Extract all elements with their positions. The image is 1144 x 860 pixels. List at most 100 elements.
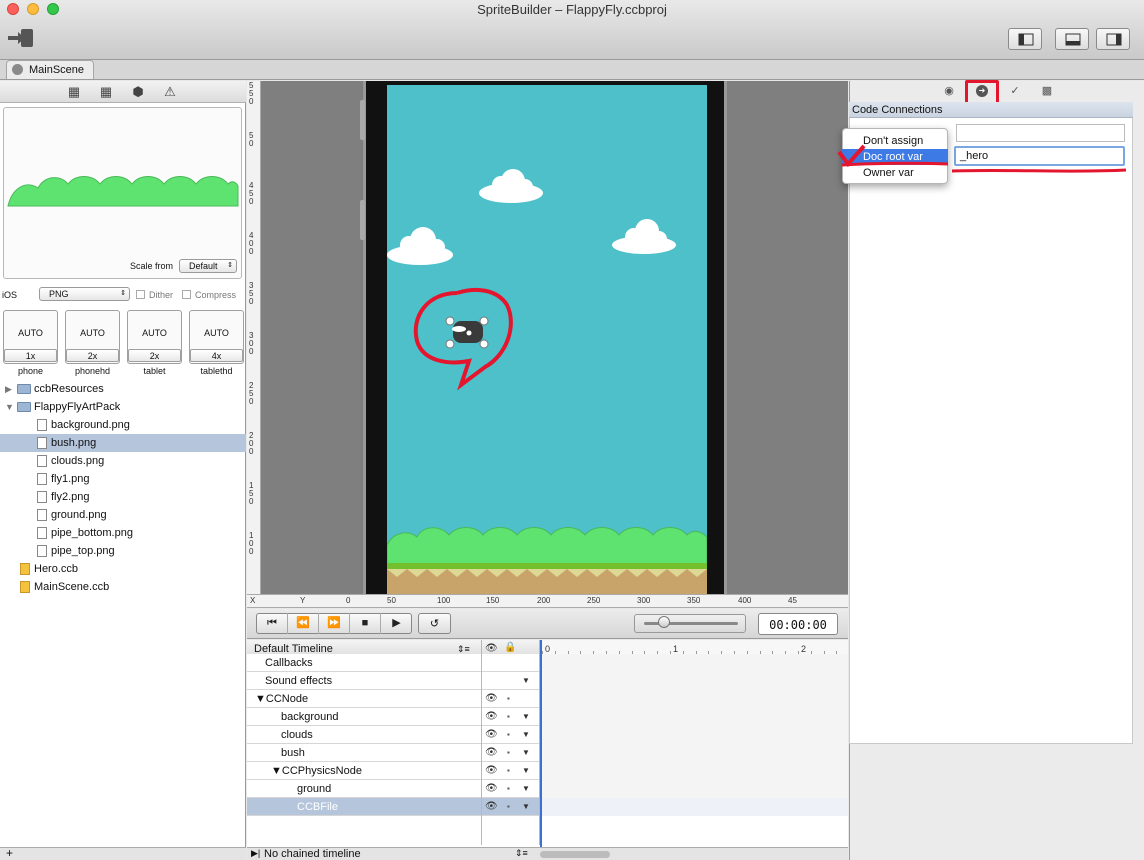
tree-item[interactable]: fly1.png bbox=[0, 470, 246, 488]
scale-from-select[interactable]: Default ⇕ bbox=[179, 259, 237, 273]
step-forward-button[interactable]: ⏩ bbox=[319, 613, 350, 634]
tree-item[interactable]: MainScene.ccb bbox=[0, 578, 246, 596]
ruler-label: 4 0 0 bbox=[249, 231, 254, 256]
file-view-icon[interactable]: ▦ bbox=[65, 84, 83, 100]
add-keyframe-icon[interactable]: ▼ bbox=[522, 676, 530, 685]
add-keyframe-icon[interactable]: ▼ bbox=[522, 784, 530, 793]
disclosure-collapsed-icon[interactable]: ▶ bbox=[5, 380, 15, 398]
visibility-icon[interactable]: 👁 bbox=[485, 747, 498, 758]
toggle-left-panel-button[interactable] bbox=[1008, 28, 1042, 50]
ruler-label: 3 0 0 bbox=[249, 331, 254, 356]
timeline-row[interactable]: clouds 👁 ▪ ▼ bbox=[247, 726, 848, 744]
timeline-row[interactable]: ground 👁 ▪ ▼ bbox=[247, 780, 848, 798]
item-properties-icon[interactable]: ◉ bbox=[940, 84, 958, 98]
physics-icon[interactable]: ✓ bbox=[1006, 84, 1024, 98]
close-tab-icon[interactable] bbox=[12, 64, 23, 75]
jump-start-button[interactable]: ⏮ bbox=[257, 613, 288, 634]
tree-item[interactable]: clouds.png bbox=[0, 452, 246, 470]
play-button[interactable]: ▶ bbox=[381, 613, 412, 634]
components-icon[interactable]: ⬢ bbox=[129, 84, 147, 100]
compress-checkbox[interactable] bbox=[182, 290, 191, 299]
timeline-row[interactable]: Sound effects ▼ bbox=[247, 672, 848, 690]
timeline-row[interactable]: background 👁 ▪ ▼ bbox=[247, 708, 848, 726]
tree-item[interactable]: pipe_top.png bbox=[0, 542, 246, 560]
resolution-scale-select[interactable]: 2x bbox=[128, 349, 181, 362]
lock-toggle-icon[interactable]: ▪ bbox=[507, 712, 510, 721]
annotation-underline bbox=[951, 168, 1127, 173]
loop-button[interactable]: ↺ bbox=[418, 613, 451, 634]
resolution-scale-select[interactable]: 4x bbox=[190, 349, 243, 362]
timeline-row[interactable]: CCBFile 👁 ▪ ▼ bbox=[247, 798, 848, 816]
timeline-row[interactable]: ▼CCNode 👁 ▪ bbox=[247, 690, 848, 708]
custom-class-field[interactable] bbox=[956, 124, 1125, 142]
templates-icon[interactable]: ▩ bbox=[1038, 84, 1056, 98]
lock-toggle-icon[interactable]: ▪ bbox=[507, 802, 510, 811]
keyframe-track[interactable] bbox=[542, 762, 848, 780]
timeline-row[interactable]: Callbacks bbox=[247, 654, 848, 672]
add-keyframe-icon[interactable]: ▼ bbox=[522, 712, 530, 721]
chained-timeline-select[interactable]: No chained timeline bbox=[264, 848, 361, 860]
playhead[interactable] bbox=[540, 640, 542, 848]
keyframe-track[interactable] bbox=[542, 798, 848, 816]
keyframe-track[interactable] bbox=[542, 654, 848, 672]
toggle-bottom-panel-button[interactable] bbox=[1055, 28, 1089, 50]
tree-item[interactable]: ▼ FlappyFlyArtPack bbox=[0, 398, 246, 416]
tree-item[interactable]: pipe_bottom.png bbox=[0, 524, 246, 542]
tree-item[interactable]: ▶ ccbResources bbox=[0, 380, 246, 398]
scene-canvas[interactable] bbox=[387, 85, 707, 594]
keyframe-track[interactable] bbox=[542, 726, 848, 744]
visibility-icon[interactable]: 👁 bbox=[485, 801, 498, 812]
timeline-row[interactable]: ▼CCPhysicsNode 👁 ▪ ▼ bbox=[247, 762, 848, 780]
resolution-scale-select[interactable]: 2x bbox=[66, 349, 119, 362]
keyframe-track[interactable] bbox=[542, 672, 848, 690]
slider-knob[interactable] bbox=[658, 616, 670, 628]
lock-toggle-icon[interactable]: ▪ bbox=[507, 766, 510, 775]
add-icon[interactable]: + bbox=[6, 846, 13, 860]
dither-checkbox[interactable] bbox=[136, 290, 145, 299]
left-panel-toolbar bbox=[0, 81, 246, 103]
visibility-icon[interactable]: 👁 bbox=[485, 693, 498, 704]
tree-item[interactable]: fly2.png bbox=[0, 488, 246, 506]
tree-item[interactable]: Hero.ccb bbox=[0, 560, 246, 578]
keyframe-track[interactable] bbox=[542, 690, 848, 708]
step-back-button[interactable]: ⏪ bbox=[288, 613, 319, 634]
keyframe-track[interactable] bbox=[542, 780, 848, 798]
warnings-icon[interactable]: ⚠ bbox=[161, 84, 179, 100]
keyframe-track[interactable] bbox=[542, 744, 848, 762]
chain-menu-icon[interactable]: ⇕≡ bbox=[515, 848, 528, 859]
toggle-right-panel-button[interactable] bbox=[1096, 28, 1130, 50]
visibility-icon[interactable]: 👁 bbox=[485, 783, 498, 794]
tree-item[interactable]: background.png bbox=[0, 416, 246, 434]
add-keyframe-icon[interactable]: ▼ bbox=[522, 766, 530, 775]
ruler-label: 2 0 0 bbox=[249, 431, 254, 456]
publish-button[interactable] bbox=[6, 26, 36, 50]
image-file-icon bbox=[37, 509, 47, 521]
keyframe-track[interactable] bbox=[542, 708, 848, 726]
lock-toggle-icon[interactable]: ▪ bbox=[507, 748, 510, 757]
tree-item[interactable]: ground.png bbox=[0, 506, 246, 524]
cloud bbox=[479, 169, 543, 203]
disclosure-expanded-icon[interactable]: ▼ bbox=[5, 398, 15, 416]
resolution-value: AUTO bbox=[204, 328, 229, 338]
add-keyframe-icon[interactable]: ▼ bbox=[522, 802, 530, 811]
lock-toggle-icon[interactable]: ▪ bbox=[507, 694, 510, 703]
add-keyframe-icon[interactable]: ▼ bbox=[522, 748, 530, 757]
timeline-row[interactable]: bush 👁 ▪ ▼ bbox=[247, 744, 848, 762]
visibility-icon[interactable]: 👁 bbox=[485, 729, 498, 740]
resolution-name: phone bbox=[17, 366, 44, 376]
ruler-label: X bbox=[250, 596, 256, 605]
visibility-icon[interactable]: 👁 bbox=[485, 765, 498, 776]
tile-view-icon[interactable]: ▦ bbox=[97, 84, 115, 100]
image-file-icon bbox=[37, 473, 47, 485]
horizontal-scrollbar[interactable] bbox=[540, 851, 610, 858]
timeline-row-label: Sound effects bbox=[265, 675, 333, 687]
visibility-icon[interactable]: 👁 bbox=[485, 711, 498, 722]
add-keyframe-icon[interactable]: ▼ bbox=[522, 730, 530, 739]
format-select[interactable]: PNG ⇕ bbox=[39, 287, 130, 301]
resolution-scale-select[interactable]: 1x bbox=[4, 349, 57, 362]
lock-toggle-icon[interactable]: ▪ bbox=[507, 730, 510, 739]
stop-button[interactable]: ■ bbox=[350, 613, 381, 634]
lock-toggle-icon[interactable]: ▪ bbox=[507, 784, 510, 793]
tree-item[interactable]: bush.png bbox=[0, 434, 246, 452]
variable-name-field[interactable]: _hero bbox=[954, 146, 1125, 166]
